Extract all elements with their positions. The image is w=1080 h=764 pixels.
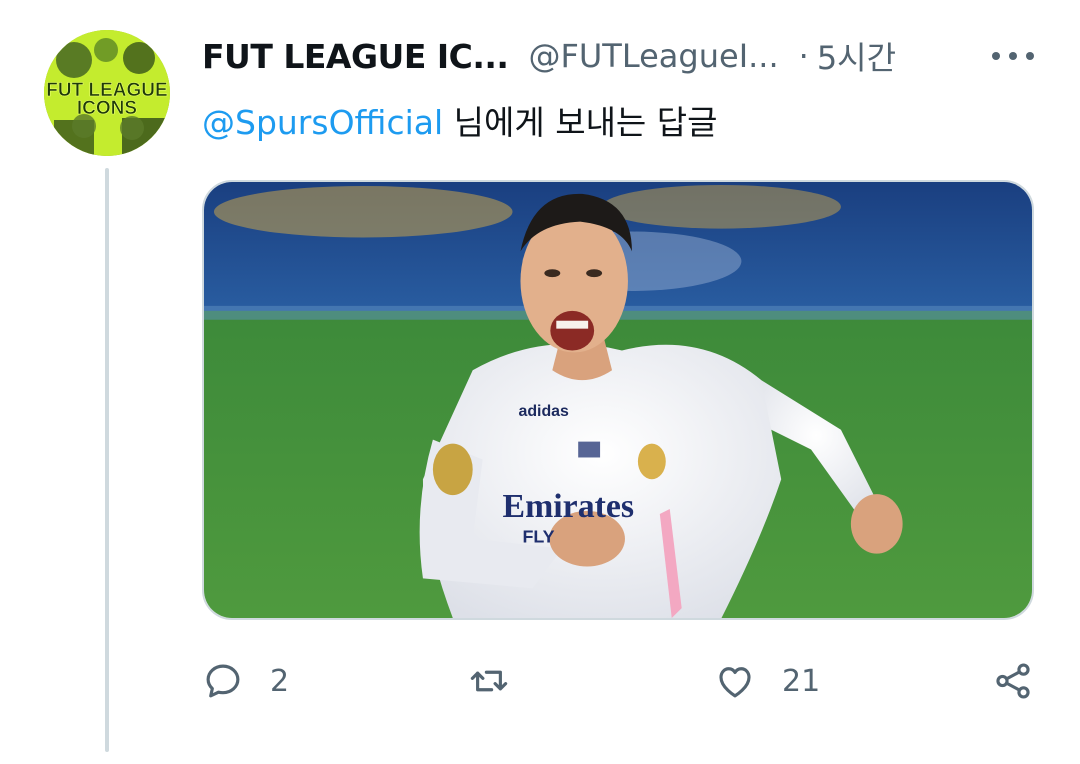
- more-dot: [992, 52, 1000, 60]
- kit-sponsor-sub: FLY: [522, 527, 554, 547]
- kit-brand: adidas: [518, 403, 569, 420]
- kit-sponsor: Emirates: [503, 488, 635, 525]
- retweet-button[interactable]: [468, 656, 536, 706]
- mention-link[interactable]: @SpursOfficial: [202, 103, 443, 142]
- share-icon: [996, 663, 1030, 699]
- thread-line: [105, 168, 109, 752]
- display-name[interactable]: FUT LEAGUE IC...: [202, 37, 509, 76]
- reply-count: 2: [270, 663, 290, 699]
- share-button[interactable]: [992, 656, 1034, 706]
- handle[interactable]: @FUTLeagueI...: [528, 37, 778, 75]
- more-icon[interactable]: [992, 40, 1034, 72]
- action-bar: 2 21: [202, 656, 1042, 706]
- like-icon: [719, 667, 751, 698]
- more-dot: [1026, 52, 1034, 60]
- more-dot: [1009, 52, 1017, 60]
- like-button[interactable]: 21: [714, 656, 820, 706]
- avatar-image: FUT LEAGUE ICONS: [44, 30, 170, 156]
- tweet[interactable]: FUT LEAGUE ICONS FUT LEAGUE IC... @FUTLe…: [0, 0, 1080, 764]
- replying-to-suffix: 님에게 보내는 답글: [443, 103, 718, 142]
- like-count: 21: [782, 663, 821, 699]
- tweet-header: FUT LEAGUE IC... @FUTLeagueI... · 5시간: [202, 33, 896, 79]
- reply-button[interactable]: 2: [202, 656, 289, 706]
- reply-icon: [206, 664, 240, 698]
- tweet-image[interactable]: adidas Emirates FLY: [202, 180, 1034, 620]
- timestamp[interactable]: 5시간: [817, 33, 896, 79]
- photo-player-celebrating: adidas Emirates FLY: [204, 182, 1032, 618]
- avatar[interactable]: FUT LEAGUE ICONS: [44, 30, 170, 156]
- retweet-icon: [470, 670, 508, 692]
- separator-dot: ·: [798, 37, 809, 75]
- replying-to: @SpursOfficial 님에게 보내는 답글: [202, 96, 718, 144]
- avatar-text-line2: ICONS: [77, 98, 137, 119]
